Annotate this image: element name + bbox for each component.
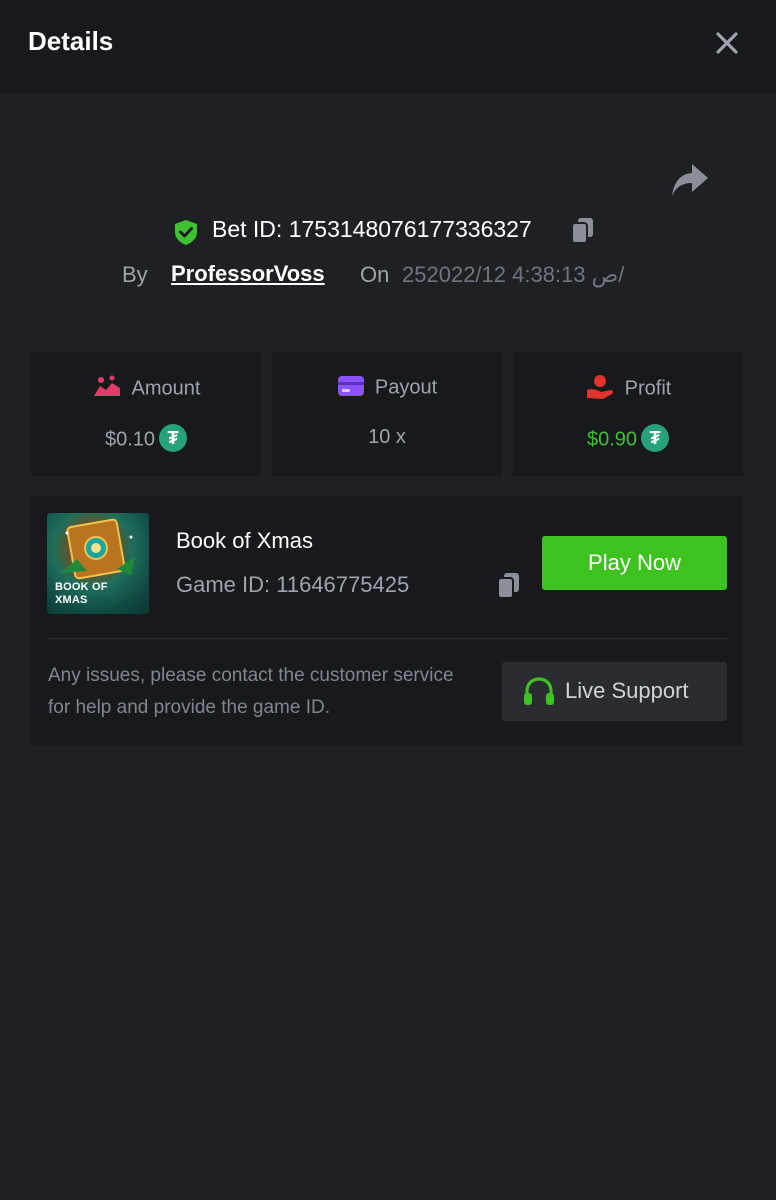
payout-label: Payout	[374, 376, 438, 399]
close-icon[interactable]	[708, 24, 746, 62]
card-icon	[337, 376, 364, 396]
tether-coin-icon: ₮	[641, 424, 670, 452]
profit-hand-icon	[586, 375, 613, 399]
amount-label: Amount	[131, 377, 201, 400]
bet-meta-row: By ProfessorVoss On 25ص 4:38:13 2022/12/	[0, 258, 776, 292]
payout-card: Payout 10 x	[272, 352, 502, 476]
by-label: By	[122, 262, 148, 287]
share-icon[interactable]	[668, 160, 712, 200]
divider	[47, 638, 727, 639]
game-thumbnail[interactable]: BOOK OF XMAS	[47, 513, 149, 614]
bet-id-row: Bet ID: 1753148076177336327	[0, 210, 776, 250]
game-name: Book of Xmas	[176, 528, 313, 553]
headset-icon	[524, 677, 554, 705]
on-label: On	[360, 262, 390, 287]
profit-card: Profit $0.90 ₮	[513, 352, 743, 476]
amount-value: $0.10	[104, 428, 156, 451]
profit-label: Profit	[624, 377, 672, 400]
coins-hand-icon	[93, 375, 120, 396]
live-support-label: Live Support	[565, 678, 689, 703]
help-text: Any issues, please contact the customer …	[48, 665, 454, 718]
live-support-button[interactable]: Live Support	[502, 662, 727, 721]
header: Details	[0, 0, 776, 93]
tether-coin-icon: ₮	[159, 424, 188, 452]
thumbnail-title: BOOK OF XMAS	[55, 581, 108, 606]
profit-value: $0.90	[586, 428, 638, 451]
amount-card: Amount $0.10 ₮	[31, 352, 261, 476]
page-title: Details	[28, 26, 114, 56]
payout-value: 10 x	[368, 426, 406, 448]
username-link[interactable]: ProfessorVoss	[171, 261, 325, 287]
copy-bet-id-icon[interactable]	[567, 215, 599, 247]
game-id: Game ID: 11646775425	[176, 572, 410, 597]
bet-date: 25ص 4:38:13 2022/12/	[402, 262, 625, 287]
bet-id: Bet ID: 1753148076177336327	[212, 216, 532, 242]
play-now-button[interactable]: Play Now	[542, 536, 727, 590]
shield-check-icon	[172, 218, 200, 246]
copy-game-id-icon[interactable]	[493, 570, 525, 602]
game-panel: BOOK OF XMAS Book of Xmas Game ID: 11646…	[31, 496, 743, 746]
